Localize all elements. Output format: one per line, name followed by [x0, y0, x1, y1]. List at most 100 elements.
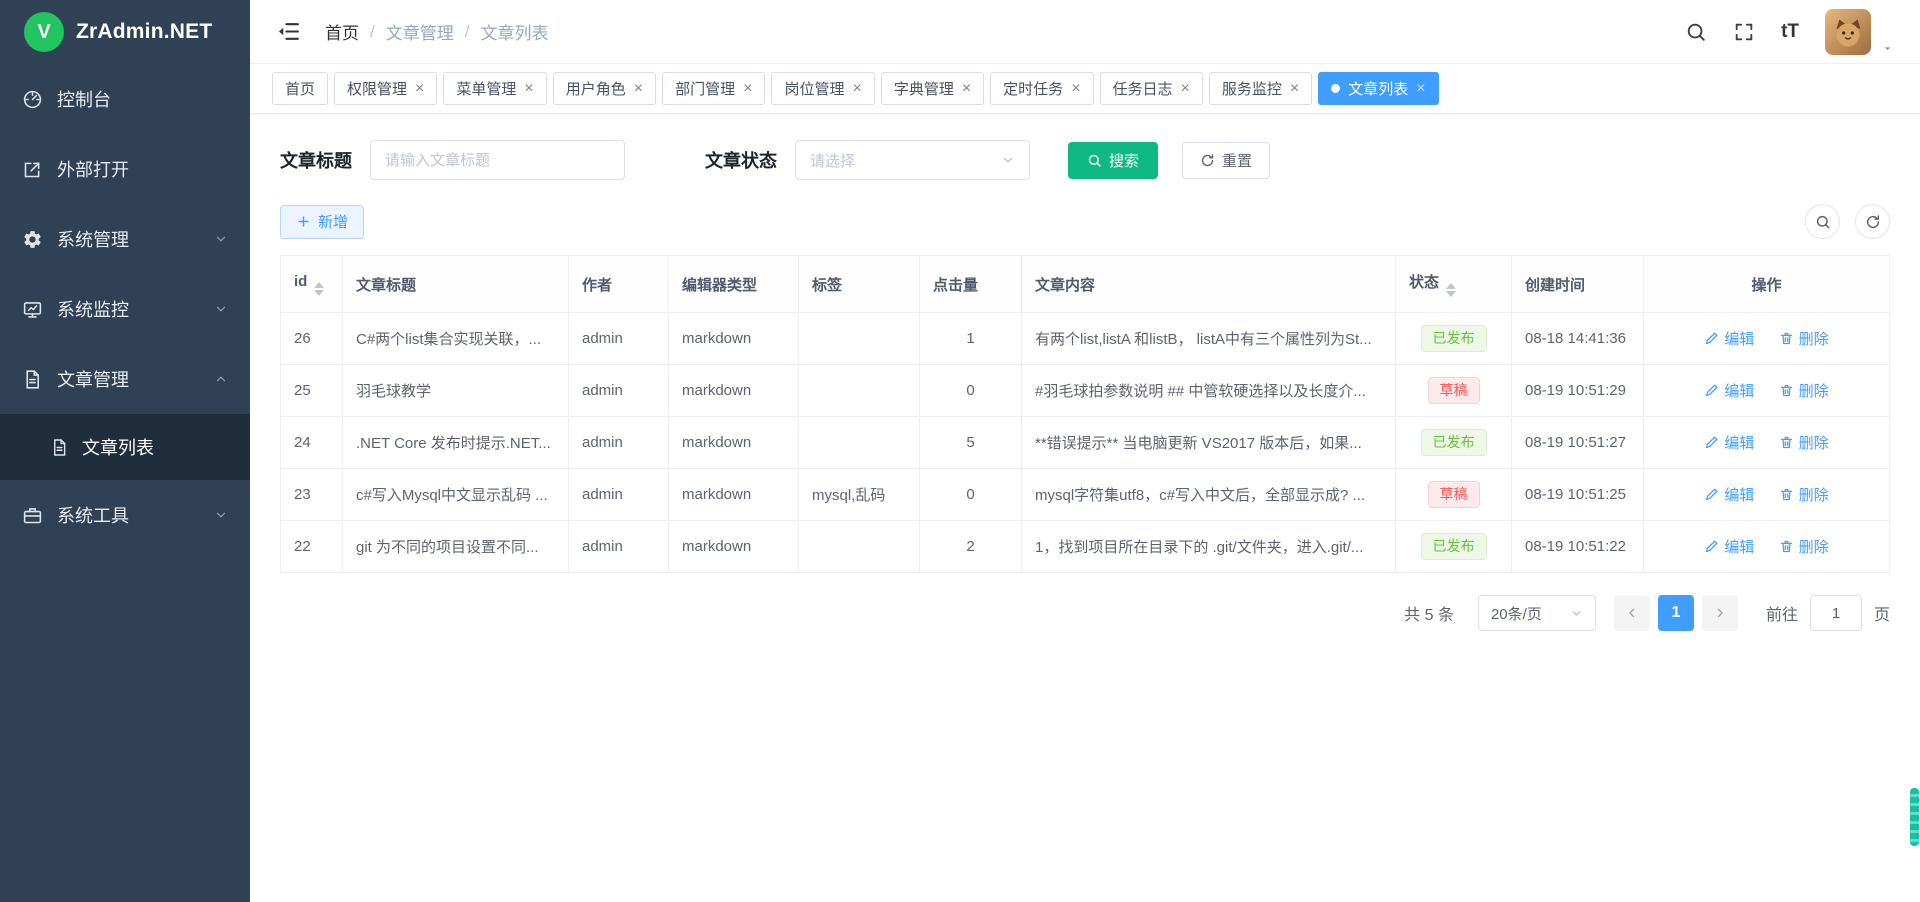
sidebar-fold-icon[interactable]: [276, 19, 301, 44]
tab[interactable]: 任务日志 ×: [1100, 72, 1203, 105]
table-row[interactable]: 22 git 为不同的项目设置不同... admin markdown 2 1，…: [281, 521, 1890, 573]
tab[interactable]: 岗位管理 ×: [771, 72, 874, 105]
delete-button[interactable]: 删除: [1779, 432, 1829, 453]
tab[interactable]: 权限管理 ×: [334, 72, 437, 105]
page-size-select[interactable]: 20条/页: [1478, 595, 1596, 631]
close-icon[interactable]: ×: [524, 81, 533, 97]
tab[interactable]: 字典管理 ×: [881, 72, 984, 105]
goto-label: 前往: [1766, 601, 1798, 625]
fullscreen-icon[interactable]: [1733, 21, 1755, 43]
edit-button[interactable]: 编辑: [1704, 380, 1754, 401]
edit-button[interactable]: 编辑: [1704, 536, 1754, 557]
tab[interactable]: 首页: [272, 72, 328, 105]
chevron-up-icon: [214, 372, 228, 386]
article-status-select[interactable]: 请选择: [795, 140, 1030, 180]
close-icon[interactable]: ×: [634, 81, 643, 97]
floating-widget[interactable]: [1910, 788, 1919, 846]
toggle-search-button[interactable]: [1805, 204, 1840, 239]
table-row[interactable]: 24 .NET Core 发布时提示.NET... admin markdown…: [281, 417, 1890, 469]
sidebar-item-article-list[interactable]: 文章列表: [0, 414, 250, 480]
column-header[interactable]: 编辑器类型: [669, 256, 799, 313]
column-header[interactable]: 点击量: [920, 256, 1022, 313]
logo-icon: V: [24, 12, 64, 52]
delete-icon: [1779, 487, 1794, 502]
table-head: id 文章标题 作者 编辑器类型: [281, 256, 1890, 313]
edit-icon: [1704, 435, 1719, 450]
table-row[interactable]: 23 c#写入Mysql中文显示乱码 ... admin markdown my…: [281, 469, 1890, 521]
cell-content: **错误提示** 当电脑更新 VS2017 版本后，如果...: [1022, 417, 1396, 469]
tab-label: 定时任务: [1003, 78, 1063, 99]
table-row[interactable]: 25 羽毛球教学 admin markdown 0 #羽毛球拍参数说明 ## 中…: [281, 365, 1890, 417]
column-header[interactable]: id: [281, 256, 343, 313]
breadcrumb-article-admin[interactable]: 文章管理: [386, 19, 454, 44]
tab[interactable]: 菜单管理 ×: [443, 72, 546, 105]
next-page-button[interactable]: [1702, 595, 1738, 631]
edit-icon: [1704, 383, 1719, 398]
caret-down-icon[interactable]: [1881, 42, 1894, 55]
delete-button[interactable]: 删除: [1779, 328, 1829, 349]
edit-label: 编辑: [1724, 380, 1754, 401]
close-icon[interactable]: ×: [1071, 81, 1080, 97]
tab[interactable]: 部门管理 ×: [662, 72, 765, 105]
cell-actions: 编辑 删除: [1644, 417, 1890, 469]
status-badge: 草稿: [1428, 481, 1480, 508]
sort-icon[interactable]: [1446, 283, 1456, 297]
tab[interactable]: 用户角色 ×: [553, 72, 656, 105]
sidebar-item-system-tools[interactable]: 系统工具: [0, 480, 250, 550]
cell-content: 有两个list,listA 和listB， listA中有三个属性列为St...: [1022, 313, 1396, 365]
edit-button[interactable]: 编辑: [1704, 432, 1754, 453]
close-icon[interactable]: ×: [1181, 81, 1190, 97]
tab[interactable]: 服务监控 ×: [1209, 72, 1312, 105]
sidebar-item-label: 系统管理: [57, 226, 129, 252]
edit-label: 编辑: [1724, 432, 1754, 453]
tab[interactable]: 文章列表 ×: [1318, 72, 1438, 105]
search-button[interactable]: 搜索: [1068, 142, 1158, 179]
close-icon[interactable]: ×: [962, 81, 971, 97]
sidebar-item-dashboard[interactable]: 控制台: [0, 64, 250, 134]
sidebar-item-external-open[interactable]: 外部打开: [0, 134, 250, 204]
column-header[interactable]: 创建时间: [1512, 256, 1644, 313]
close-icon[interactable]: ×: [1290, 81, 1299, 97]
column-label: 文章标题: [356, 277, 416, 294]
cell-author: admin: [569, 365, 669, 417]
sidebar-item-system-monitor[interactable]: 系统监控: [0, 274, 250, 344]
goto-page-input[interactable]: [1810, 595, 1862, 631]
delete-button[interactable]: 删除: [1779, 484, 1829, 505]
delete-button[interactable]: 删除: [1779, 380, 1829, 401]
article-title-label: 文章标题: [280, 147, 352, 173]
tab[interactable]: 定时任务 ×: [990, 72, 1093, 105]
close-icon[interactable]: ×: [743, 81, 752, 97]
sort-icon[interactable]: [314, 282, 324, 296]
article-title-input[interactable]: [370, 140, 625, 180]
cell-status: 已发布: [1396, 313, 1512, 365]
delete-button[interactable]: 删除: [1779, 536, 1829, 557]
edit-button[interactable]: 编辑: [1704, 484, 1754, 505]
column-label: 文章内容: [1035, 277, 1095, 294]
table-row[interactable]: 26 C#两个list集合实现关联，... admin markdown 1 有…: [281, 313, 1890, 365]
refresh-table-button[interactable]: [1855, 204, 1890, 239]
close-icon[interactable]: ×: [415, 81, 424, 97]
breadcrumb-home[interactable]: 首页: [325, 19, 359, 44]
sidebar-item-system-admin[interactable]: 系统管理: [0, 204, 250, 274]
search-icon[interactable]: [1685, 21, 1707, 43]
close-icon[interactable]: ×: [1416, 81, 1425, 97]
add-button[interactable]: 新增: [280, 205, 364, 239]
delete-icon: [1779, 331, 1794, 346]
font-size-icon[interactable]: tT: [1781, 21, 1799, 43]
tab-label: 文章列表: [1348, 78, 1408, 99]
refresh-icon: [1200, 153, 1215, 168]
column-header[interactable]: 状态: [1396, 256, 1512, 313]
status-badge: 已发布: [1421, 325, 1487, 352]
sidebar-item-article-admin[interactable]: 文章管理: [0, 344, 250, 414]
reset-button[interactable]: 重置: [1182, 142, 1270, 179]
close-icon[interactable]: ×: [852, 81, 861, 97]
column-header[interactable]: 标签: [799, 256, 920, 313]
column-header[interactable]: 文章标题: [343, 256, 569, 313]
prev-page-button[interactable]: [1614, 595, 1650, 631]
column-header[interactable]: 作者: [569, 256, 669, 313]
column-header[interactable]: 文章内容: [1022, 256, 1396, 313]
page-number-current[interactable]: 1: [1658, 595, 1694, 631]
column-header[interactable]: 操作: [1644, 256, 1890, 313]
avatar[interactable]: [1825, 9, 1871, 55]
edit-button[interactable]: 编辑: [1704, 328, 1754, 349]
